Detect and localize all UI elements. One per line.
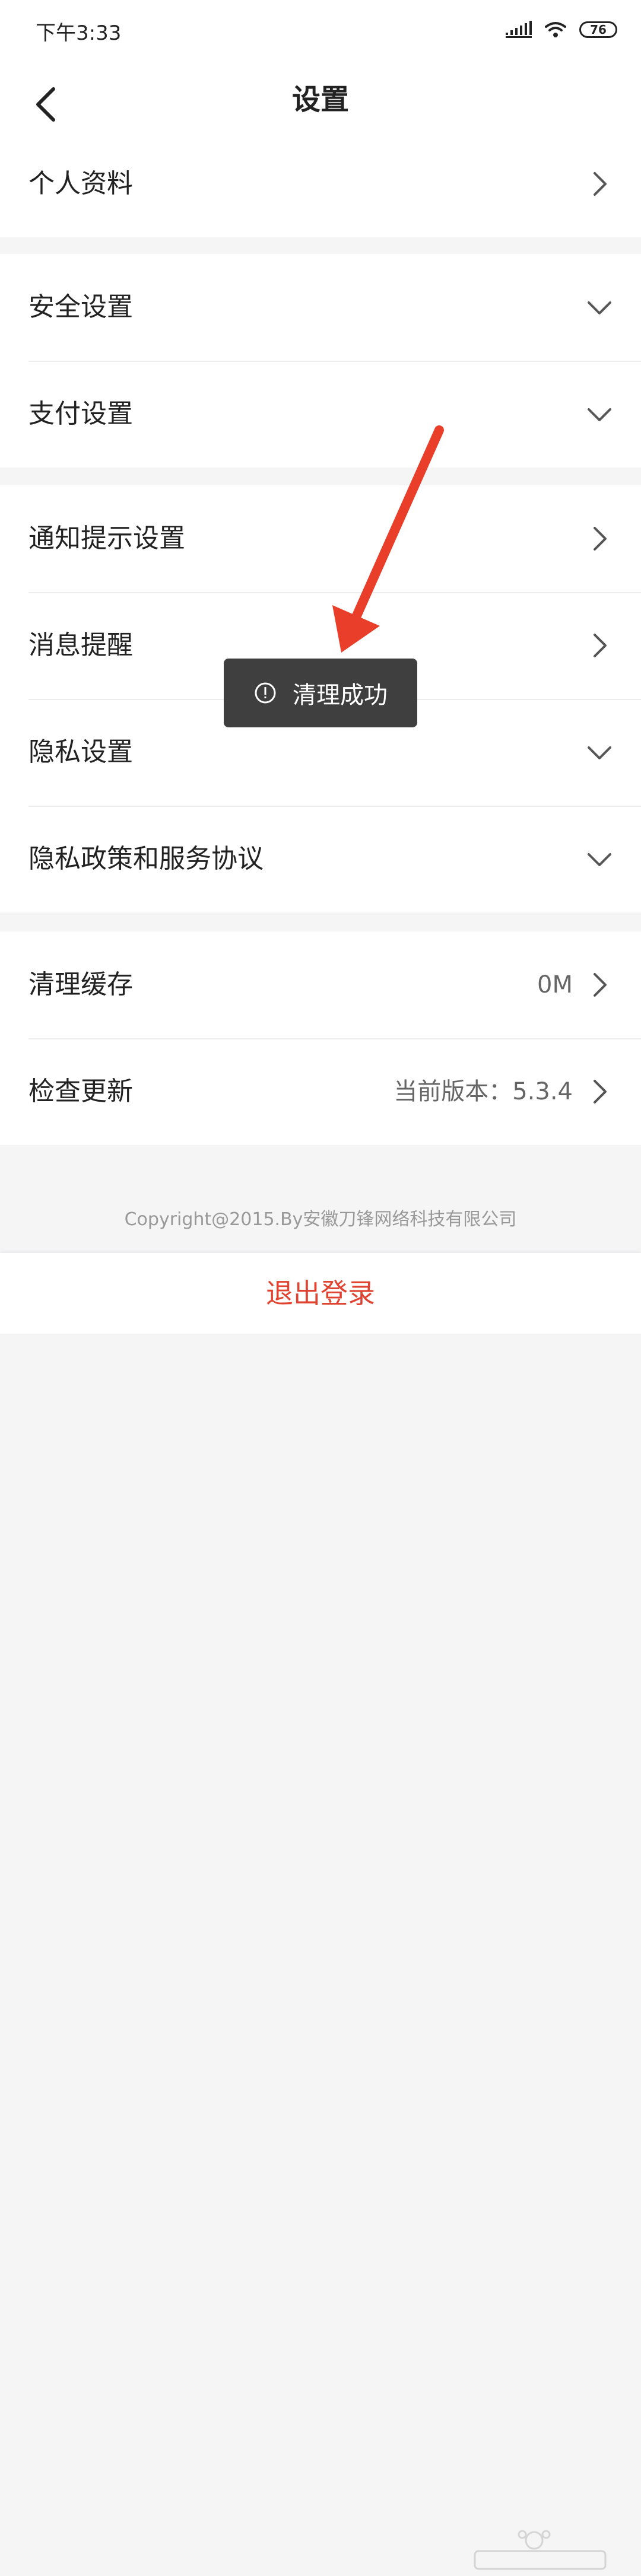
page-title: 设置 bbox=[291, 83, 349, 116]
row-label: 隐私设置 bbox=[28, 737, 133, 767]
chevron-right-icon bbox=[594, 973, 607, 997]
chevron-right-icon bbox=[594, 172, 607, 196]
version-value: 当前版本：5.3.4 bbox=[394, 1078, 573, 1105]
alert-circle-icon bbox=[255, 682, 276, 704]
battery-icon: 76 bbox=[579, 21, 617, 38]
row-label: 隐私政策和服务协议 bbox=[28, 844, 264, 874]
chevron-down-icon bbox=[588, 408, 611, 421]
signal-icon bbox=[506, 21, 532, 38]
chevron-right-icon bbox=[594, 1080, 607, 1103]
chevron-down-icon bbox=[588, 746, 611, 759]
baidu-watermark-icon bbox=[474, 2530, 607, 2570]
toast: 清理成功 bbox=[224, 659, 417, 727]
logout-bar: 退出登录 bbox=[0, 1253, 641, 2570]
status-icons: 76 bbox=[506, 18, 617, 42]
status-bar: 下午3:33 76 bbox=[0, 0, 641, 59]
toast-text: 清理成功 bbox=[293, 682, 388, 709]
row-check-update[interactable]: 检查更新 当前版本：5.3.4 bbox=[0, 1038, 641, 1145]
row-privacy-policy[interactable]: 隐私政策和服务协议 bbox=[0, 806, 641, 912]
status-time: 下午3:33 bbox=[36, 21, 122, 45]
logout-button[interactable]: 退出登录 bbox=[0, 1253, 641, 1334]
cache-size-value: 0M bbox=[537, 971, 573, 998]
row-label: 清理缓存 bbox=[28, 969, 133, 1000]
chevron-down-icon bbox=[588, 853, 611, 866]
wifi-icon bbox=[545, 22, 566, 37]
chevron-right-icon bbox=[594, 634, 607, 657]
settings-group-security: 安全设置 支付设置 bbox=[0, 254, 641, 468]
settings-group-profile: 个人资料 bbox=[0, 131, 641, 237]
row-label: 通知提示设置 bbox=[28, 523, 185, 554]
row-label: 个人资料 bbox=[28, 168, 133, 199]
row-label: 安全设置 bbox=[28, 292, 133, 322]
row-profile[interactable]: 个人资料 bbox=[0, 131, 641, 237]
row-notification-settings[interactable]: 通知提示设置 bbox=[0, 485, 641, 592]
copyright-text: Copyright@2015.By安徽刀锋网络科技有限公司 bbox=[124, 1209, 517, 1230]
row-security[interactable]: 安全设置 bbox=[0, 254, 641, 361]
chevron-down-icon bbox=[588, 301, 611, 314]
row-payment[interactable]: 支付设置 bbox=[0, 361, 641, 468]
row-label: 检查更新 bbox=[28, 1076, 133, 1106]
settings-group-system: 清理缓存 0M 检查更新 当前版本：5.3.4 bbox=[0, 931, 641, 1145]
chevron-right-icon bbox=[594, 527, 607, 551]
row-clear-cache[interactable]: 清理缓存 0M bbox=[0, 931, 641, 1038]
row-label: 消息提醒 bbox=[28, 630, 133, 660]
row-label: 支付设置 bbox=[28, 399, 133, 429]
